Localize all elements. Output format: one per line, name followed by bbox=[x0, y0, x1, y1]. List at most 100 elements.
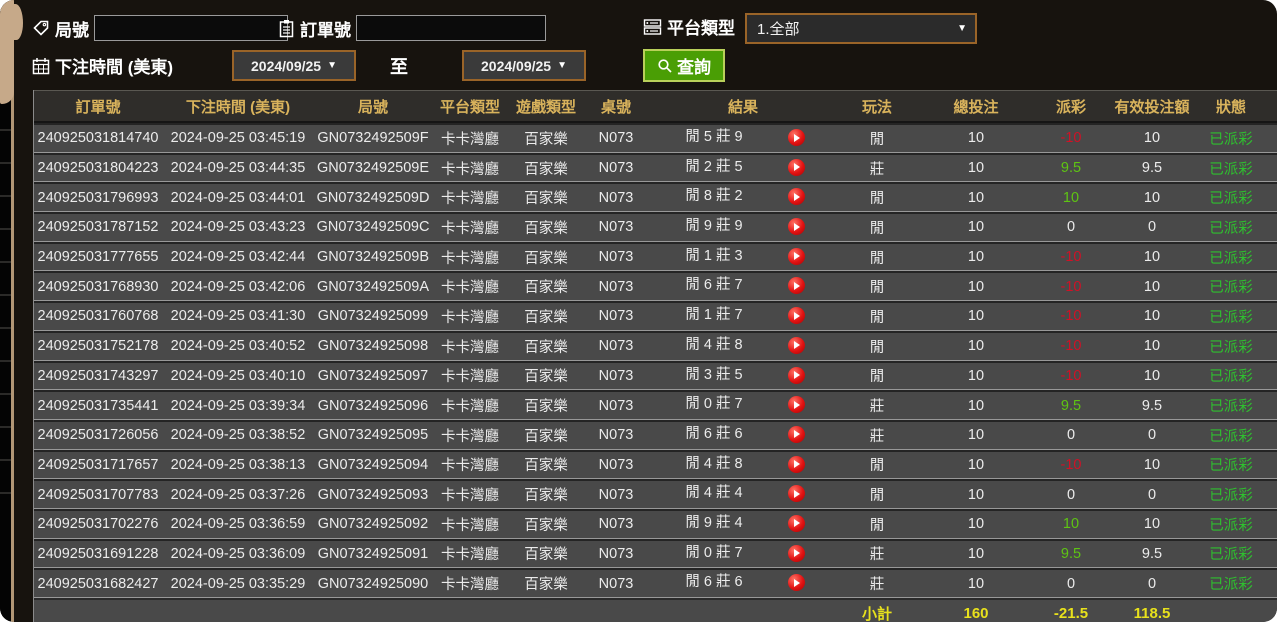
cell-extra bbox=[1264, 539, 1277, 569]
cell-payout: 0 bbox=[1036, 479, 1106, 509]
bet-records-screen: 局號 訂單號 平台類型 1.全部 ▼ 下注時間 (美東) bbox=[0, 0, 1277, 622]
cell-bet-time: 2024-09-25 03:42:06 bbox=[162, 271, 314, 301]
bet-time-label: 下注時間 (美東) bbox=[55, 53, 173, 78]
result-text: 閒 6 莊 6 bbox=[648, 422, 780, 447]
cell-total-bet: 10 bbox=[916, 539, 1036, 569]
magnifier-icon bbox=[657, 58, 673, 74]
play-icon[interactable] bbox=[788, 396, 805, 413]
cell-platform: 卡卡灣廳 bbox=[432, 242, 508, 272]
cell-payout: 0 bbox=[1036, 420, 1106, 450]
search-button[interactable]: 查詢 bbox=[643, 49, 725, 82]
cell-bet-time: 2024-09-25 03:38:52 bbox=[162, 420, 314, 450]
play-icon[interactable] bbox=[788, 218, 805, 235]
cell-valid-bet: 9.5 bbox=[1106, 539, 1198, 569]
play-icon[interactable] bbox=[788, 307, 805, 324]
subtotal-row: 小計 160 -21.5 118.5 bbox=[34, 598, 1277, 622]
cell-payout: -10 bbox=[1036, 331, 1106, 361]
table-row: 2409250317521782024-09-25 03:40:52GN0732… bbox=[34, 331, 1277, 361]
play-icon[interactable] bbox=[788, 485, 805, 502]
cell-total-bet: 10 bbox=[916, 390, 1036, 420]
cell-order-no: 240925031682427 bbox=[34, 568, 162, 598]
cell-total-bet: 10 bbox=[916, 271, 1036, 301]
cell-bet-time: 2024-09-25 03:42:44 bbox=[162, 242, 314, 272]
cell-bet-time: 2024-09-25 03:43:23 bbox=[162, 212, 314, 242]
cell-payout: -10 bbox=[1036, 361, 1106, 391]
cell-payout: 10 bbox=[1036, 509, 1106, 539]
round-number-input[interactable] bbox=[94, 15, 288, 41]
cell-valid-bet: 9.5 bbox=[1106, 390, 1198, 420]
cell-status: 已派彩 bbox=[1198, 242, 1264, 272]
cell-bet-type: 閒 bbox=[838, 361, 916, 391]
cell-bet-type: 莊 bbox=[838, 568, 916, 598]
platform-type-label: 平台類型 bbox=[667, 14, 735, 39]
cell-round-no: GN0732492509F bbox=[314, 123, 432, 153]
cell-payout: 9.5 bbox=[1036, 390, 1106, 420]
cell-extra bbox=[1264, 390, 1277, 420]
cell-bet-type: 莊 bbox=[838, 153, 916, 183]
date-from-select[interactable]: 2024/09/25 ▼ bbox=[232, 50, 356, 81]
table-row: 2409250317077832024-09-25 03:37:26GN0732… bbox=[34, 479, 1277, 509]
column-header: 有效投注額 bbox=[1106, 90, 1198, 123]
date-to-select[interactable]: 2024/09/25 ▼ bbox=[462, 50, 586, 81]
play-icon[interactable] bbox=[788, 426, 805, 443]
cell-extra bbox=[1264, 242, 1277, 272]
cell-order-no: 240925031787152 bbox=[34, 212, 162, 242]
table-row: 2409250317260562024-09-25 03:38:52GN0732… bbox=[34, 420, 1277, 450]
cell-payout: 0 bbox=[1036, 212, 1106, 242]
column-header: 局號 bbox=[314, 90, 432, 123]
play-icon[interactable] bbox=[788, 159, 805, 176]
play-icon[interactable] bbox=[788, 188, 805, 205]
play-icon[interactable] bbox=[788, 129, 805, 146]
cell-bet-type: 莊 bbox=[838, 539, 916, 569]
cell-bet-time: 2024-09-25 03:35:29 bbox=[162, 568, 314, 598]
cell-payout: -10 bbox=[1036, 301, 1106, 331]
table-row: 2409250317607682024-09-25 03:41:30GN0732… bbox=[34, 301, 1277, 331]
cell-game-type: 百家樂 bbox=[508, 182, 584, 212]
play-icon[interactable] bbox=[788, 367, 805, 384]
order-number-input[interactable] bbox=[356, 15, 546, 41]
cell-bet-type: 閒 bbox=[838, 182, 916, 212]
subtotal-spacer-end bbox=[1198, 598, 1277, 622]
cell-game-type: 百家樂 bbox=[508, 509, 584, 539]
cell-status: 已派彩 bbox=[1198, 271, 1264, 301]
cell-bet-time: 2024-09-25 03:45:19 bbox=[162, 123, 314, 153]
cell-valid-bet: 10 bbox=[1106, 450, 1198, 480]
cell-table-no: N073 bbox=[584, 450, 648, 480]
cell-payout: 9.5 bbox=[1036, 539, 1106, 569]
cell-order-no: 240925031691228 bbox=[34, 539, 162, 569]
play-icon[interactable] bbox=[788, 515, 805, 532]
play-icon[interactable] bbox=[788, 574, 805, 591]
result-text: 閒 2 莊 5 bbox=[648, 155, 780, 180]
search-button-label: 查詢 bbox=[677, 53, 711, 78]
cell-status: 已派彩 bbox=[1198, 361, 1264, 391]
table-body: 2409250318147402024-09-25 03:45:19GN0732… bbox=[34, 123, 1277, 598]
bet-records-table: 訂單號下注時間 (美東)局號平台類型遊戲類型桌號結果玩法總投注派彩有效投注額狀態… bbox=[34, 90, 1277, 622]
cell-total-bet: 10 bbox=[916, 361, 1036, 391]
cell-platform: 卡卡灣廳 bbox=[432, 182, 508, 212]
platform-type-select[interactable]: 1.全部 ▼ bbox=[745, 13, 977, 44]
play-icon[interactable] bbox=[788, 456, 805, 473]
play-icon[interactable] bbox=[788, 277, 805, 294]
play-icon[interactable] bbox=[788, 248, 805, 265]
cell-valid-bet: 0 bbox=[1106, 568, 1198, 598]
cell-bet-time: 2024-09-25 03:37:26 bbox=[162, 479, 314, 509]
play-icon[interactable] bbox=[788, 545, 805, 562]
column-header: 下注時間 (美東) bbox=[162, 90, 314, 123]
cell-table-no: N073 bbox=[584, 301, 648, 331]
cell-order-no: 240925031804223 bbox=[34, 153, 162, 183]
result-text: 閒 0 莊 7 bbox=[648, 392, 780, 417]
play-icon[interactable] bbox=[788, 337, 805, 354]
cell-result: 閒 8 莊 2 bbox=[648, 182, 838, 212]
cell-payout: -10 bbox=[1036, 450, 1106, 480]
cell-round-no: GN0732492509B bbox=[314, 242, 432, 272]
cell-status: 已派彩 bbox=[1198, 182, 1264, 212]
cell-payout: -10 bbox=[1036, 123, 1106, 153]
cell-round-no: GN0732492509E bbox=[314, 153, 432, 183]
cell-total-bet: 10 bbox=[916, 568, 1036, 598]
cell-round-no: GN0732492509C bbox=[314, 212, 432, 242]
cell-payout: -10 bbox=[1036, 271, 1106, 301]
cell-order-no: 240925031743297 bbox=[34, 361, 162, 391]
cell-status: 已派彩 bbox=[1198, 509, 1264, 539]
header-row: 訂單號下注時間 (美東)局號平台類型遊戲類型桌號結果玩法總投注派彩有效投注額狀態… bbox=[34, 90, 1277, 123]
round-number-label: 局號 bbox=[55, 16, 89, 41]
